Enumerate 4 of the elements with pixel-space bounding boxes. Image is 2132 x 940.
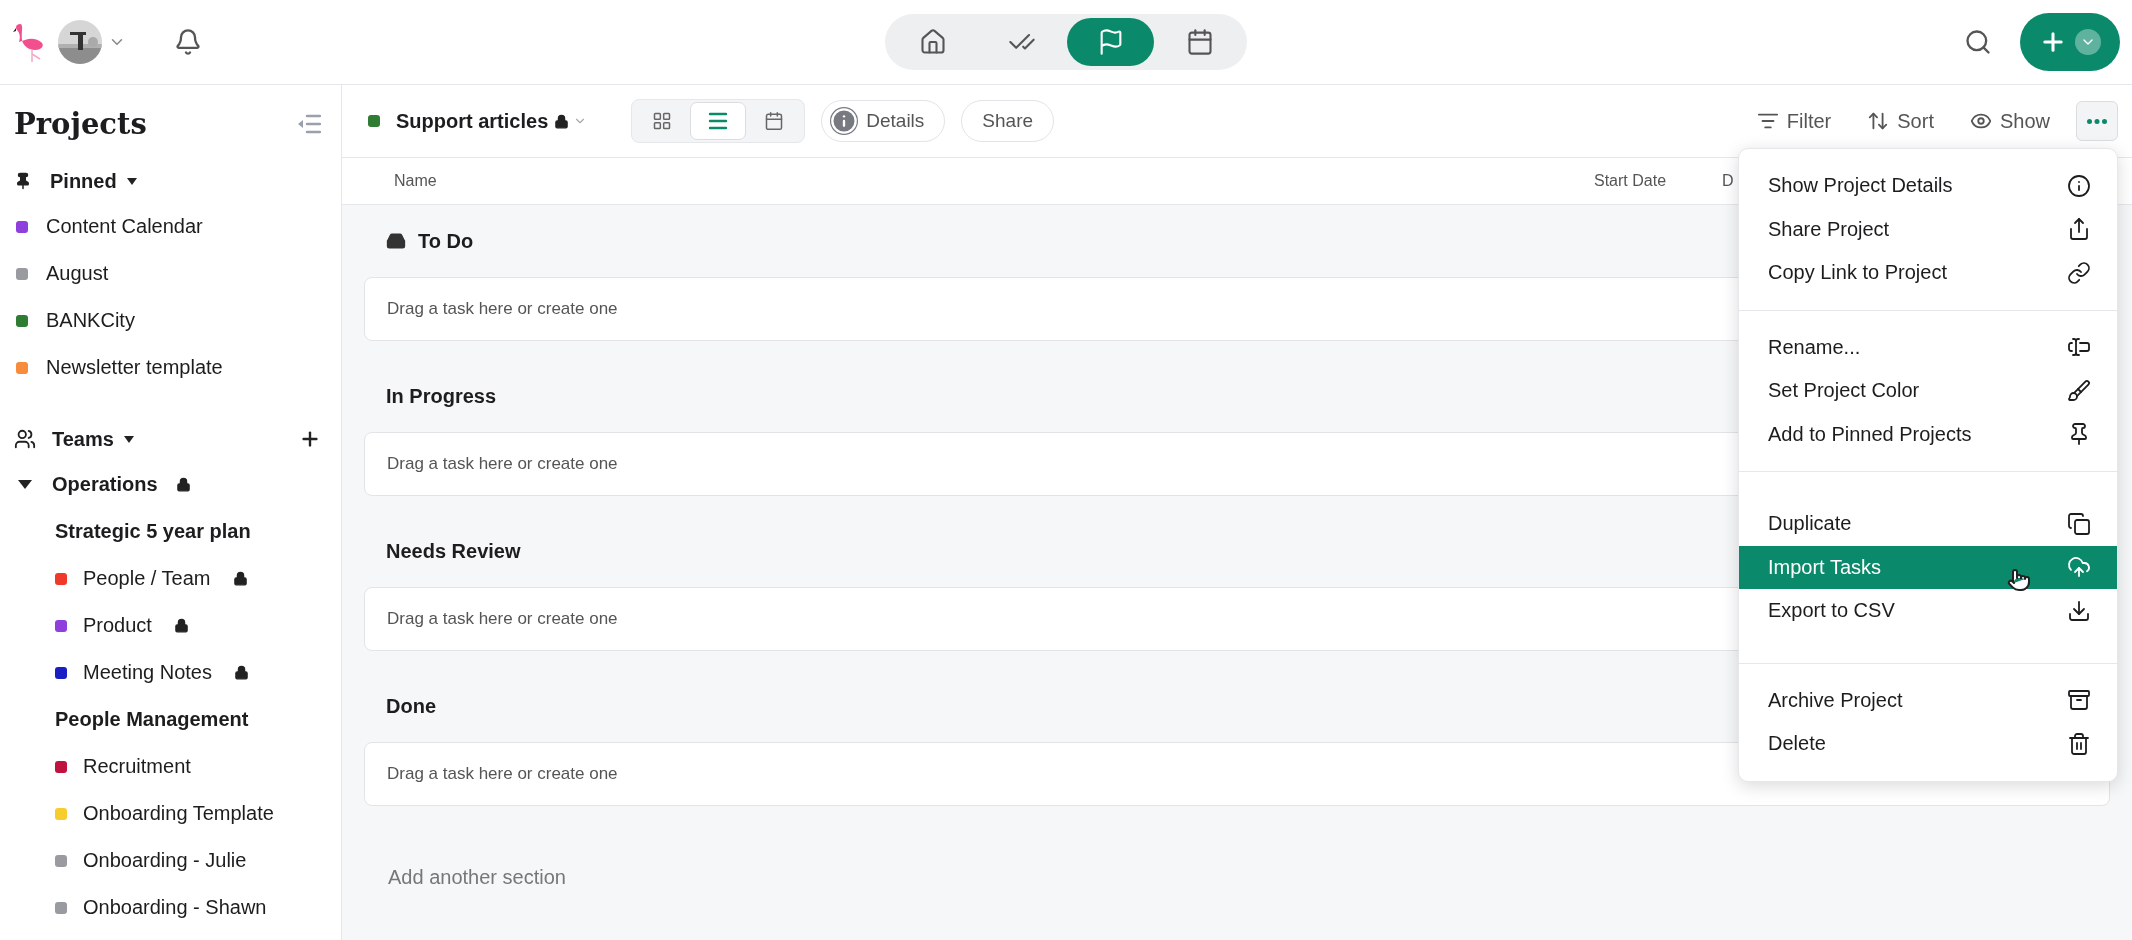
- column-header: D: [1722, 172, 1734, 190]
- column-header: Name: [394, 172, 438, 190]
- column-header: Start Date: [1594, 172, 1668, 190]
- sidebar-title: Projects: [14, 107, 147, 141]
